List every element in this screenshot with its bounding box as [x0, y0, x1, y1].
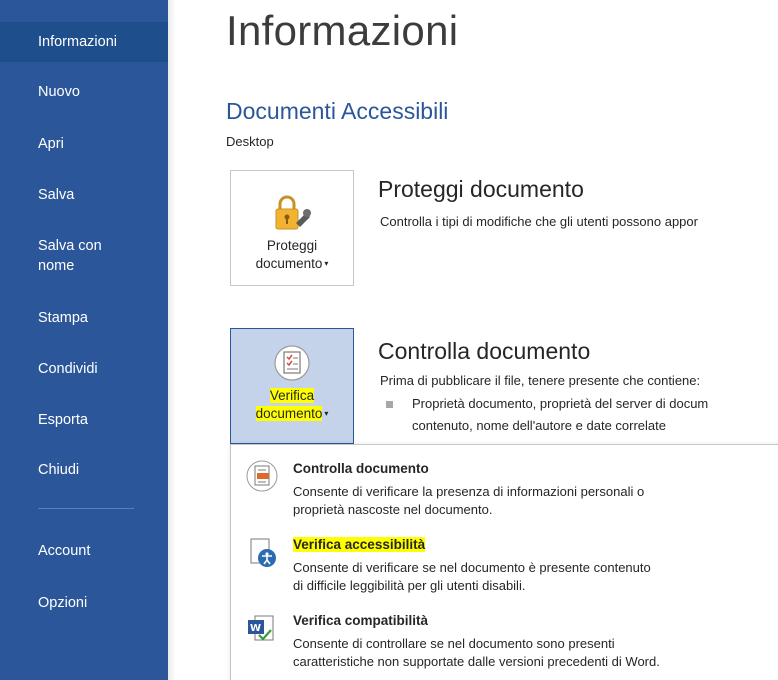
inspect-dropdown-menu: Controlla documento Consente di verifica…: [230, 444, 778, 680]
menu-item-verifica-accessibilita[interactable]: Verifica accessibilità Consente di verif…: [231, 525, 778, 597]
menu-item-description: Consente di verificare se nel documento …: [293, 560, 651, 593]
protect-button-label-line2: documento ▾: [255, 256, 329, 271]
check-document-icon: [270, 343, 314, 383]
inspect-document-icon: [245, 459, 279, 493]
protect-section-description: Controlla i tipi di modifiche che gli ut…: [380, 214, 698, 229]
sidebar-item-salva-con-nome[interactable]: Salva con nome: [0, 236, 130, 276]
sidebar-item-opzioni[interactable]: Opzioni: [0, 593, 168, 613]
inspect-bullet-line1: Proprietà documento, proprietà del serve…: [412, 396, 709, 411]
inspect-section-description: Prima di pubblicare il file, tenere pres…: [380, 373, 701, 388]
inspect-document-button[interactable]: Verifica documento ▾: [230, 328, 354, 444]
menu-item-title: Verifica compatibilità: [293, 613, 429, 628]
inspect-button-label-line1: Verifica: [269, 388, 315, 403]
menu-item-description: Consente di verificare la presenza di in…: [293, 484, 645, 517]
menu-item-verifica-compatibilita[interactable]: W Verifica compatibilità Consente di con…: [231, 601, 778, 673]
document-title: Documenti Accessibili: [226, 98, 449, 124]
sidebar-item-esporta[interactable]: Esporta: [0, 410, 168, 430]
menu-item-controlla-documento[interactable]: Controlla documento Consente di verifica…: [231, 449, 778, 521]
inspect-section-title: Controlla documento: [378, 338, 591, 364]
protect-document-button[interactable]: Proteggi documento ▾: [230, 170, 354, 286]
document-path: Desktop: [226, 134, 274, 149]
lock-key-icon: [270, 193, 314, 233]
inspect-button-label-line2: documento ▾: [255, 406, 329, 421]
compatibility-checker-icon: W: [245, 611, 279, 645]
bullet-marker: [386, 401, 393, 408]
protect-section-title: Proteggi documento: [378, 176, 584, 202]
page-title: Informazioni: [226, 7, 459, 54]
menu-item-description: Consente di controllare se nel documento…: [293, 636, 660, 669]
sidebar-item-salva[interactable]: Salva: [0, 185, 168, 205]
protect-button-label-line1: Proteggi: [266, 238, 318, 253]
accessibility-checker-icon: [245, 535, 279, 569]
svg-text:W: W: [250, 623, 261, 634]
backstage-sidebar: Informazioni Nuovo Apri Salva Salva con …: [0, 0, 176, 680]
menu-item-title: Verifica accessibilità: [293, 537, 426, 552]
inspect-bullet-line2: contenuto, nome dell'autore e date corre…: [412, 418, 666, 433]
sidebar-item-informazioni[interactable]: Informazioni: [0, 22, 168, 62]
sidebar-item-apri[interactable]: Apri: [0, 134, 168, 154]
sidebar-item-condividi[interactable]: Condividi: [0, 359, 168, 379]
sidebar-item-account[interactable]: Account: [0, 541, 168, 561]
sidebar-item-stampa[interactable]: Stampa: [0, 308, 168, 328]
sidebar-item-nuovo[interactable]: Nuovo: [0, 82, 168, 102]
sidebar-divider: [38, 508, 134, 509]
sidebar-item-chiudi[interactable]: Chiudi: [0, 460, 168, 480]
menu-item-title: Controlla documento: [293, 461, 429, 476]
